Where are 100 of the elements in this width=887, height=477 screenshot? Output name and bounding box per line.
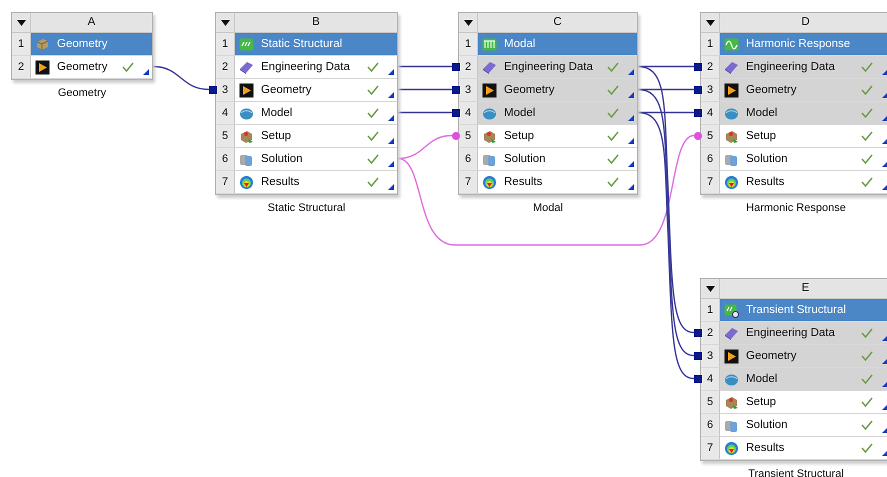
cell-label: Engineering Data xyxy=(746,61,836,73)
corner-triangle-icon xyxy=(388,69,394,75)
cell-label: Geometry xyxy=(261,84,312,96)
component-cell[interactable]: Model xyxy=(720,368,887,391)
component-cell[interactable]: Engineering Data xyxy=(478,56,637,79)
corner-triangle-icon xyxy=(388,92,394,98)
component-cell[interactable]: Model xyxy=(235,102,397,125)
corner-triangle-icon xyxy=(882,161,887,167)
system-letter: B xyxy=(311,15,321,30)
component-cell[interactable]: Geometry xyxy=(478,79,637,102)
cell-label: Engineering Data xyxy=(746,327,836,339)
row-number: 1 xyxy=(701,33,720,56)
component-cell[interactable]: Geometry xyxy=(235,79,397,102)
square-port xyxy=(452,109,460,117)
square-port xyxy=(694,329,702,337)
row-number: 5 xyxy=(459,125,478,148)
corner-triangle-icon xyxy=(882,381,887,387)
row-number: 7 xyxy=(216,171,235,194)
row-number: 2 xyxy=(12,56,31,79)
square-port xyxy=(694,109,702,117)
corner-triangle-icon xyxy=(882,335,887,341)
row-number: 6 xyxy=(701,414,720,437)
system-title-cell[interactable]: Modal xyxy=(478,33,637,56)
row-number: 6 xyxy=(216,148,235,171)
cell-label: Harmonic Response xyxy=(746,38,852,50)
corner-triangle-icon xyxy=(882,184,887,190)
component-cell[interactable]: Engineering Data xyxy=(720,322,887,345)
corner-triangle-icon xyxy=(388,184,394,190)
corner-triangle-icon xyxy=(882,92,887,98)
row-number: 7 xyxy=(701,171,720,194)
system-letter: A xyxy=(86,15,96,30)
square-port xyxy=(694,63,702,71)
square-port xyxy=(452,86,460,94)
corner-triangle-icon xyxy=(882,115,887,121)
results-icon xyxy=(724,440,739,456)
component-cell[interactable]: Geometry xyxy=(31,56,152,79)
cell-label: Solution xyxy=(746,153,789,165)
cell-label: Geometry xyxy=(746,350,798,362)
row-number: 7 xyxy=(701,437,720,460)
system-title-cell[interactable]: Static Structural xyxy=(235,33,397,56)
cell-label: Model xyxy=(746,107,778,119)
component-cell[interactable]: Engineering Data xyxy=(235,56,397,79)
row-number: 4 xyxy=(701,368,720,391)
cell-label: Solution xyxy=(261,153,304,165)
system-caption: Static Structural xyxy=(266,202,346,214)
row-number: 1 xyxy=(216,33,235,56)
corner-triangle-icon xyxy=(628,69,634,75)
component-cell[interactable]: Geometry xyxy=(720,79,887,102)
cell-label: Engineering Data xyxy=(504,61,594,73)
square-port xyxy=(694,352,702,360)
connector-line xyxy=(152,66,210,90)
row-number: 2 xyxy=(701,322,720,345)
component-cell[interactable]: Model xyxy=(720,102,887,125)
cell-label: Engineering Data xyxy=(261,61,351,73)
component-cell[interactable]: Geometry xyxy=(720,345,887,368)
row-number: 5 xyxy=(701,125,720,148)
component-cell[interactable]: Results xyxy=(478,171,637,194)
round-port xyxy=(452,132,460,140)
cell-label: Results xyxy=(746,442,786,454)
component-cell[interactable]: Setup xyxy=(235,125,397,148)
row-number: 1 xyxy=(459,33,478,56)
corner-triangle-icon xyxy=(882,427,887,433)
corner-triangle-icon xyxy=(882,450,887,456)
component-cell[interactable]: Model xyxy=(478,102,637,125)
collapse-icon[interactable] xyxy=(706,20,714,26)
system-title-cell[interactable]: Transient Structural xyxy=(720,299,887,322)
cell-label: Setup xyxy=(746,396,778,408)
corner-triangle-icon xyxy=(882,138,887,144)
cell-label: Setup xyxy=(504,130,536,142)
component-cell[interactable]: Solution xyxy=(235,148,397,171)
collapse-icon[interactable] xyxy=(464,20,472,26)
collapse-icon[interactable] xyxy=(706,286,714,292)
component-cell[interactable]: Setup xyxy=(478,125,637,148)
cell-label: Model xyxy=(746,373,778,385)
row-number: 3 xyxy=(701,79,720,102)
model-icon xyxy=(239,106,254,120)
row-number: 7 xyxy=(459,171,478,194)
corner-triangle-icon xyxy=(628,161,634,167)
system-letter: E xyxy=(800,281,810,296)
collapse-icon[interactable] xyxy=(16,20,26,26)
system-title-cell[interactable]: Harmonic Response xyxy=(720,33,887,56)
corner-triangle-icon xyxy=(882,69,887,75)
component-cell[interactable]: Engineering Data xyxy=(720,56,887,79)
system-letter: C xyxy=(552,15,563,30)
system-caption: Geometry xyxy=(56,87,108,99)
collapse-icon[interactable] xyxy=(220,20,230,26)
cell-label: Model xyxy=(504,107,536,119)
results-icon xyxy=(239,174,254,190)
component-cell[interactable]: Results xyxy=(235,171,397,194)
component-cell[interactable]: Solution xyxy=(478,148,637,171)
cell-label: Setup xyxy=(261,130,292,142)
round-port xyxy=(694,132,702,140)
row-number: 3 xyxy=(459,79,478,102)
model-icon xyxy=(482,106,497,120)
cell-label: Geometry xyxy=(57,38,108,50)
row-number: 3 xyxy=(701,345,720,368)
results-icon xyxy=(724,174,739,190)
row-number: 3 xyxy=(216,79,235,102)
system-title-cell[interactable]: Geometry xyxy=(31,33,152,56)
cell-label: Static Structural xyxy=(261,38,344,50)
